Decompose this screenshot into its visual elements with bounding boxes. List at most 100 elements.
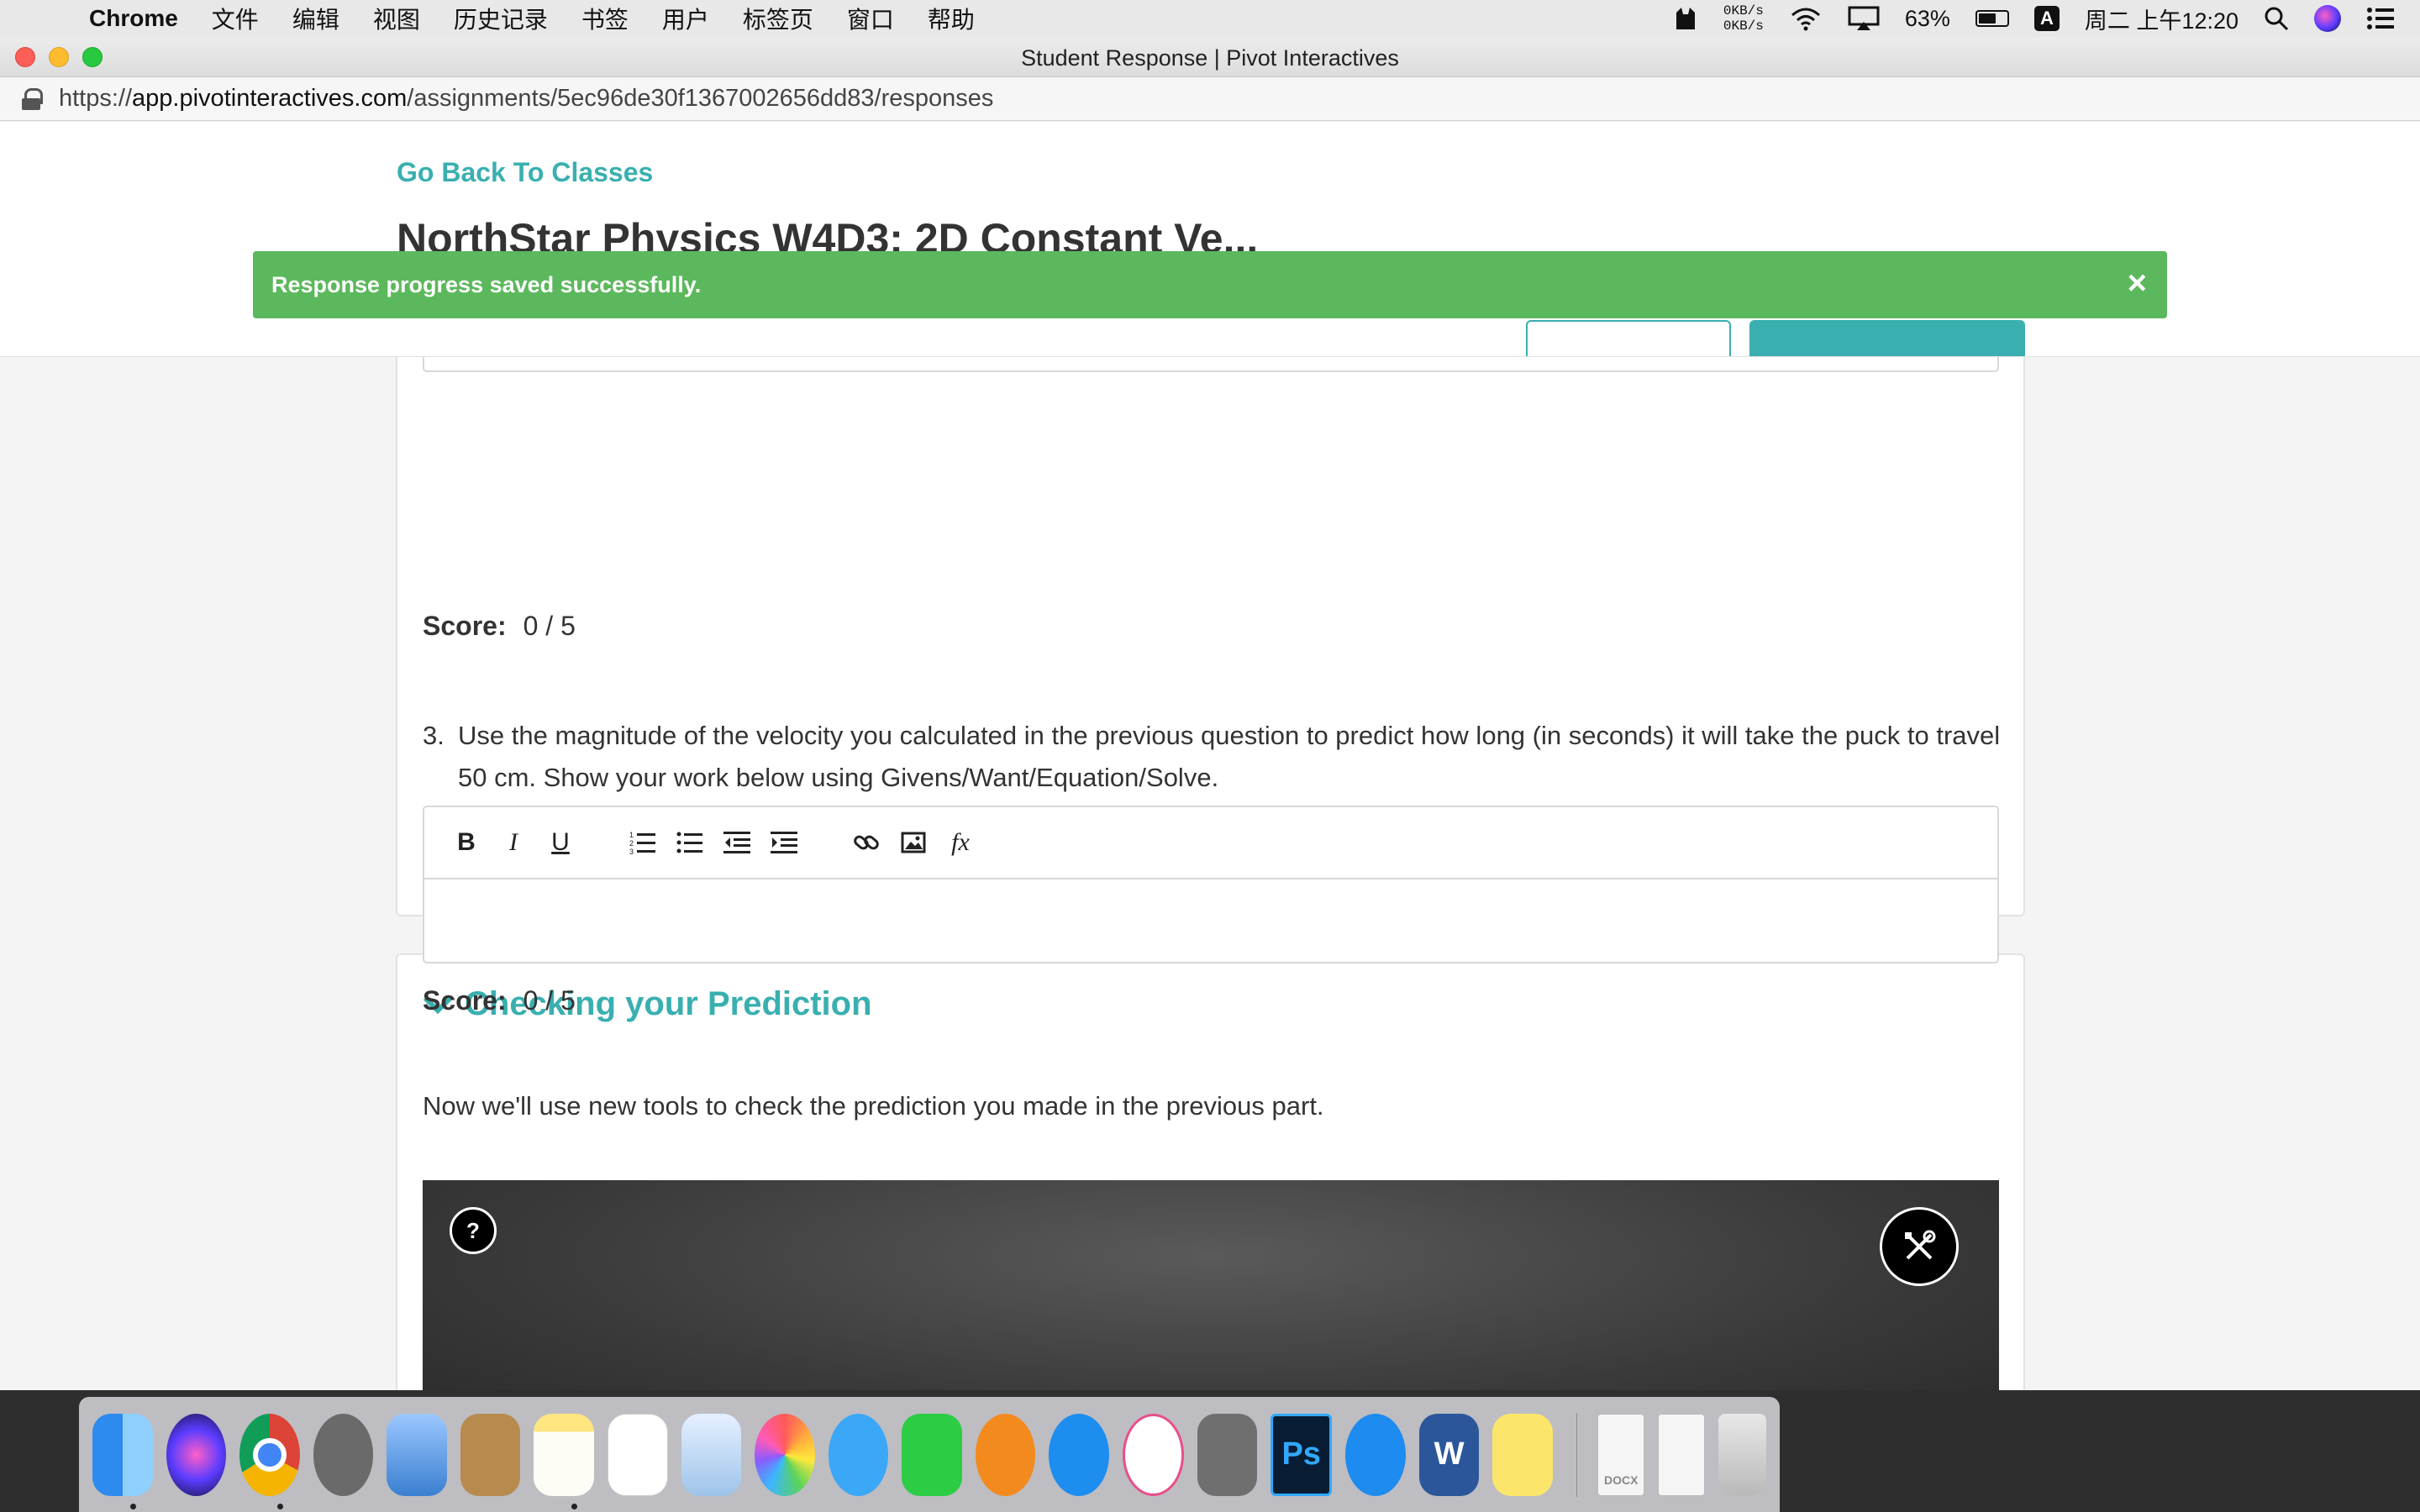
numbered-list-icon: 123	[629, 831, 655, 855]
q2-score: Score: 0 / 5	[423, 611, 576, 642]
link-icon	[854, 835, 879, 850]
airplay-icon[interactable]	[1848, 6, 1880, 31]
formula-button[interactable]: fx	[944, 826, 977, 859]
menu-bar: Chrome 文件 编辑 视图 历史记录 书签 用户 标签页 窗口 帮助 0KB…	[0, 0, 2420, 37]
chrome-icon[interactable]	[239, 1413, 300, 1509]
mail-icon[interactable]	[387, 1413, 447, 1496]
indent-button[interactable]	[767, 826, 801, 859]
menu-bookmarks[interactable]: 书签	[581, 2, 629, 35]
score-label: Score:	[423, 611, 507, 641]
toast-close-icon[interactable]: ×	[2128, 265, 2147, 302]
question-text: Use the magnitude of the velocity you ca…	[458, 721, 2001, 792]
score-value: 0 / 5	[523, 985, 576, 1016]
menu-help[interactable]: 帮助	[928, 2, 975, 35]
dock: Ps W DOCX	[79, 1397, 1780, 1512]
score-value: 0 / 5	[523, 611, 576, 641]
menu-view[interactable]: 视图	[373, 2, 420, 35]
network-up: 0KB/s	[1723, 3, 1764, 18]
books-icon[interactable]	[975, 1413, 1036, 1496]
prediction-card: Checking your Prediction Now we'll use n…	[396, 953, 2025, 1390]
url-scheme: https://	[59, 85, 133, 112]
tools-icon	[1905, 1230, 1936, 1260]
page-header: Go Back To Classes NorthStar Physics W4D…	[0, 122, 2420, 357]
photos-icon[interactable]	[755, 1413, 815, 1496]
status-area: 0KB/s 0KB/s 63% A 周二 上午12:20	[1673, 0, 2395, 37]
bold-button[interactable]: B	[450, 826, 483, 859]
preview-icon[interactable]	[681, 1413, 742, 1496]
italic-button[interactable]: I	[497, 826, 530, 859]
editor-toolbar: B I U 123 fx	[424, 807, 1997, 879]
menu-edit[interactable]: 编辑	[292, 2, 339, 35]
battery-percent: 63%	[1904, 5, 1950, 31]
document-file-icon[interactable]	[1658, 1413, 1706, 1496]
clock[interactable]: 周二 上午12:20	[2085, 3, 2238, 35]
menu-tab[interactable]: 标签页	[743, 2, 813, 35]
photoshop-icon[interactable]: Ps	[1270, 1413, 1333, 1496]
docx-file-icon[interactable]: DOCX	[1597, 1413, 1645, 1496]
svg-text:3: 3	[629, 848, 634, 855]
indent-icon	[771, 832, 797, 853]
launchpad-icon[interactable]	[313, 1413, 373, 1496]
toast-message: Response progress saved successfully.	[271, 271, 702, 297]
cat-icon[interactable]	[1673, 6, 1698, 31]
dock-area: Ps W DOCX	[0, 1390, 2420, 1512]
messages-icon[interactable]	[828, 1413, 889, 1496]
trash-icon[interactable]	[1718, 1413, 1767, 1496]
underline-button[interactable]: U	[544, 826, 577, 859]
video-player[interactable]: ?	[423, 1180, 1999, 1390]
contacts-icon[interactable]	[460, 1413, 520, 1496]
wifi-icon[interactable]	[1789, 6, 1823, 31]
address-bar[interactable]: https://app.pivotinteractives.com/assign…	[0, 77, 2420, 121]
outdent-button[interactable]	[720, 826, 754, 859]
notes-icon[interactable]	[534, 1413, 594, 1509]
safari-icon[interactable]	[1345, 1413, 1406, 1496]
help-button[interactable]: ?	[450, 1207, 497, 1254]
outdent-icon	[723, 832, 750, 853]
question-3: 3. Use the magnitude of the velocity you…	[423, 715, 2019, 799]
numbered-list-button[interactable]: 123	[626, 826, 660, 859]
image-button[interactable]	[897, 826, 930, 859]
network-monitor[interactable]: 0KB/s 0KB/s	[1723, 3, 1764, 34]
notification-center-icon[interactable]	[2366, 7, 2395, 30]
q3-answer-input[interactable]	[424, 879, 1997, 963]
system-preferences-icon[interactable]	[1197, 1413, 1258, 1496]
siri-icon[interactable]	[166, 1413, 226, 1496]
menu-people[interactable]: 用户	[662, 2, 709, 35]
finder-icon[interactable]	[92, 1413, 153, 1509]
score-label: Score:	[423, 985, 507, 1016]
tools-button[interactable]	[1880, 1207, 1959, 1286]
spotlight-search-icon[interactable]	[2264, 6, 2289, 31]
reminders-icon[interactable]	[607, 1413, 668, 1496]
menu-file[interactable]: 文件	[212, 2, 259, 35]
stickies-icon[interactable]	[1492, 1413, 1553, 1496]
menu-app-name[interactable]: Chrome	[89, 5, 178, 32]
network-down: 0KB/s	[1723, 18, 1764, 34]
app-store-icon[interactable]	[1049, 1413, 1109, 1496]
window-title: Student Response | Pivot Interactives	[1021, 45, 1399, 71]
itunes-icon[interactable]	[1122, 1413, 1184, 1496]
window-title-bar: Student Response | Pivot Interactives	[0, 37, 2420, 77]
svg-text:2: 2	[629, 839, 634, 848]
url-path: /assignments/5ec96de30f1367002656dd83/re…	[407, 85, 994, 112]
bulleted-list-button[interactable]	[673, 826, 707, 859]
word-icon[interactable]: W	[1418, 1413, 1480, 1496]
menu-history[interactable]: 历史记录	[454, 2, 548, 35]
dock-separator	[1576, 1412, 1578, 1497]
bulleted-list-icon	[676, 832, 702, 853]
facetime-icon[interactable]	[902, 1413, 962, 1496]
page-viewport[interactable]: Go Back To Classes NorthStar Physics W4D…	[0, 122, 2420, 1390]
battery-icon[interactable]	[1975, 10, 2009, 27]
siri-icon[interactable]	[2314, 5, 2341, 32]
section-description: Now we'll use new tools to check the pre…	[423, 1091, 1324, 1121]
url-host: app.pivotinteractives.com	[132, 85, 408, 112]
lock-icon[interactable]	[22, 87, 43, 110]
q3-answer-editor: B I U 123 fx	[423, 806, 1999, 963]
questions-card: Score: 0 / 5 3. Use the magnitude of the …	[396, 290, 2025, 1016]
header-outline-button[interactable]	[1526, 320, 1731, 356]
input-method-icon[interactable]: A	[2033, 6, 2060, 31]
q3-score: Score: 0 / 5	[423, 985, 576, 1016]
header-primary-button[interactable]	[1749, 320, 2025, 356]
link-button[interactable]	[850, 826, 883, 859]
menu-window[interactable]: 窗口	[847, 2, 894, 35]
go-back-to-classes-link[interactable]: Go Back To Classes	[397, 157, 653, 188]
